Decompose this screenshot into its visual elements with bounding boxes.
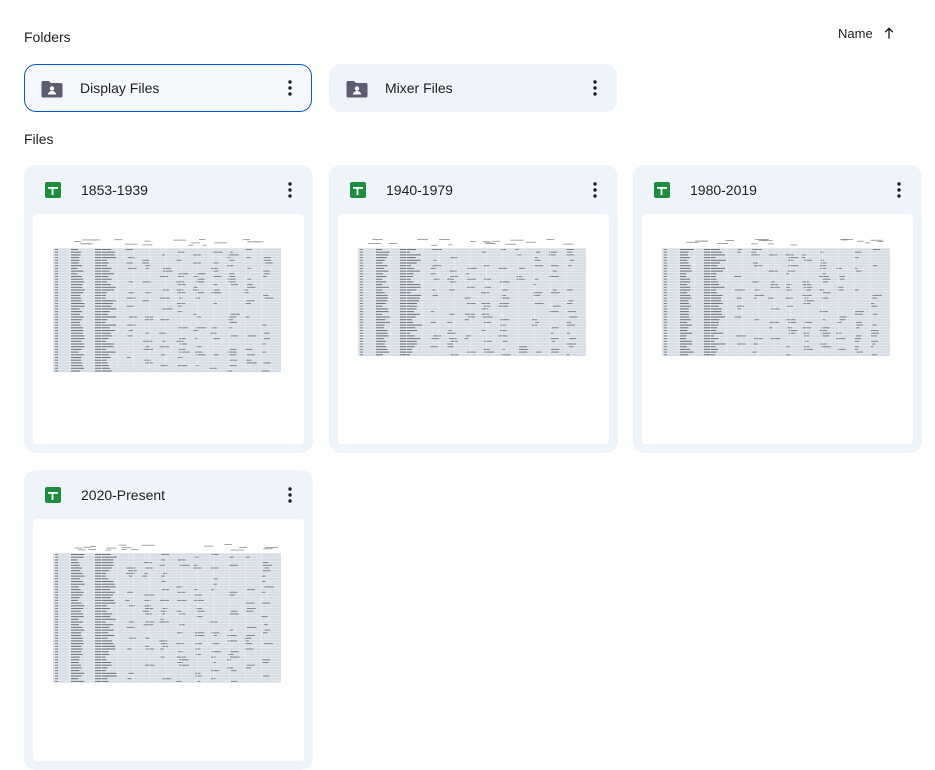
more-actions-icon[interactable] xyxy=(278,76,302,100)
file-name: 1980-2019 xyxy=(690,182,757,198)
google-sheets-icon xyxy=(45,182,61,203)
files-section-label: Files xyxy=(24,131,54,147)
file-card-1980-2019[interactable]: 1980-2019 xyxy=(633,165,922,453)
folder-card-display-files[interactable]: Display Files xyxy=(24,64,312,112)
arrow-up-icon xyxy=(881,25,897,41)
shared-folder-icon xyxy=(346,80,368,103)
file-name: 2020-Present xyxy=(81,487,165,503)
folder-name: Mixer Files xyxy=(385,80,453,96)
folder-name: Display Files xyxy=(80,80,159,96)
file-card-2020-present[interactable]: 2020-Present xyxy=(24,470,313,770)
spreadsheet-thumbnail xyxy=(642,214,913,444)
folders-section-label: Folders xyxy=(24,29,71,45)
file-name: 1853-1939 xyxy=(81,182,148,198)
more-actions-icon[interactable] xyxy=(583,178,607,202)
google-sheets-icon xyxy=(350,182,366,203)
file-name: 1940-1979 xyxy=(386,182,453,198)
more-actions-icon[interactable] xyxy=(583,76,607,100)
google-sheets-icon xyxy=(654,182,670,203)
more-actions-icon[interactable] xyxy=(887,178,911,202)
folder-card-mixer-files[interactable]: Mixer Files xyxy=(329,64,617,112)
file-card-1853-1939[interactable]: 1853-1939 xyxy=(24,165,313,453)
spreadsheet-thumbnail xyxy=(33,214,304,444)
google-sheets-icon xyxy=(45,487,61,508)
sort-by-name-button[interactable]: Name xyxy=(838,22,897,44)
shared-folder-icon xyxy=(41,80,63,103)
sort-label: Name xyxy=(838,26,873,41)
more-actions-icon[interactable] xyxy=(278,178,302,202)
file-card-1940-1979[interactable]: 1940-1979 xyxy=(329,165,618,453)
spreadsheet-thumbnail xyxy=(33,519,304,761)
spreadsheet-thumbnail xyxy=(338,214,609,444)
more-actions-icon[interactable] xyxy=(278,483,302,507)
